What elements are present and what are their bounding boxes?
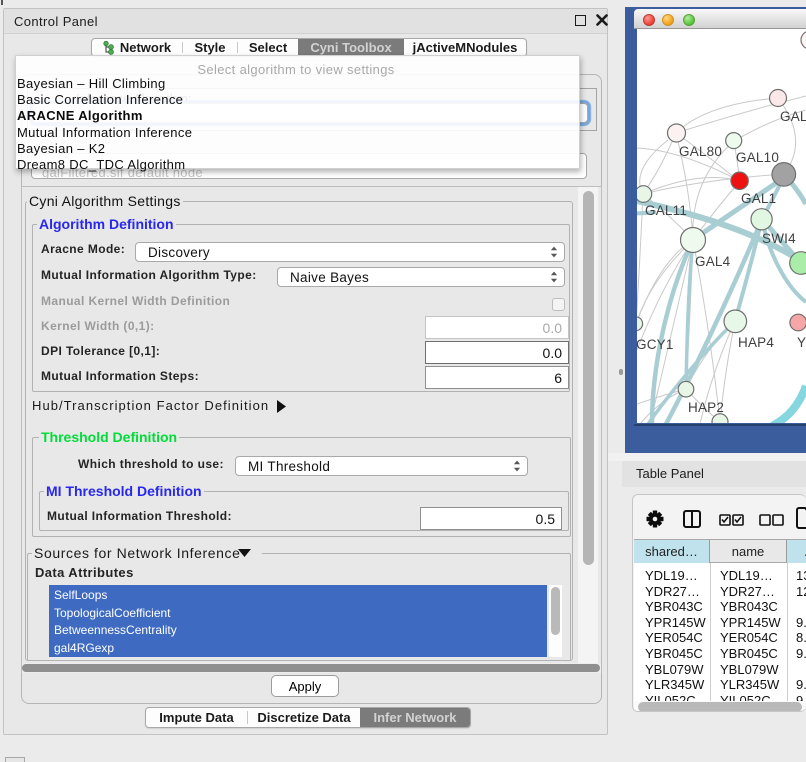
svg-text:SWI4: SWI4	[762, 231, 796, 246]
svg-text:GAL4: GAL4	[695, 254, 731, 269]
svg-text:HAP4: HAP4	[738, 335, 774, 350]
svg-text:GAL1: GAL1	[741, 191, 776, 206]
svg-text:GAL80: GAL80	[679, 144, 722, 159]
svg-text:GAL11: GAL11	[645, 203, 687, 218]
svg-text:GAL7: GAL7	[780, 109, 806, 124]
svg-text:GCY1: GCY1	[637, 337, 674, 352]
svg-text:GAL10: GAL10	[736, 150, 779, 165]
svg-text:HAP2: HAP2	[688, 400, 724, 415]
svg-text:Y: Y	[797, 335, 806, 350]
